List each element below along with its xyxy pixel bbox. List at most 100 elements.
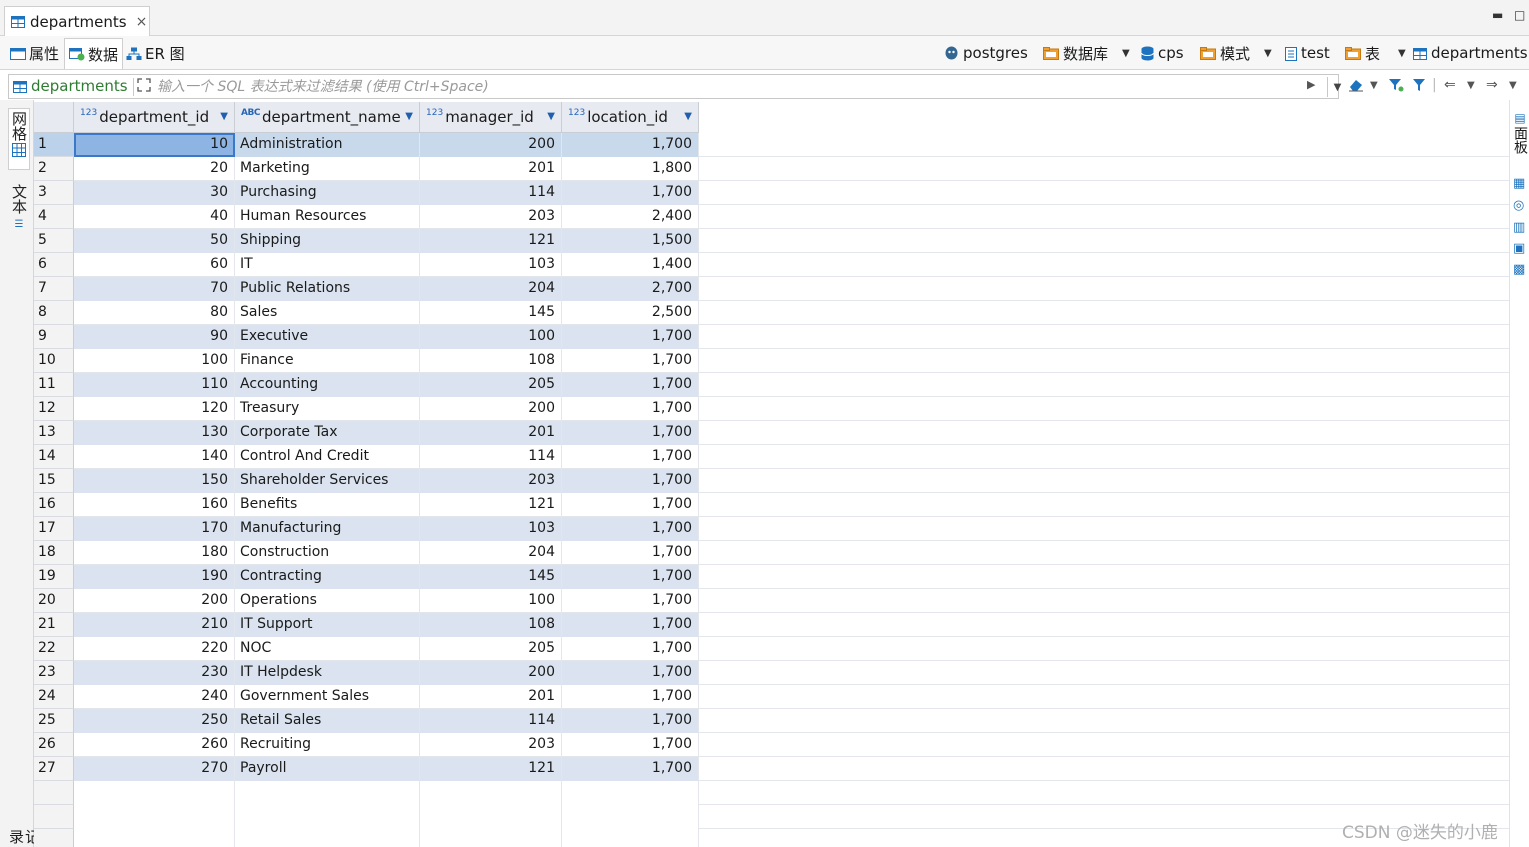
- cell-department-name[interactable]: Human Resources: [235, 205, 420, 229]
- breadcrumb-schema[interactable]: test: [1285, 42, 1330, 64]
- cell-department-name[interactable]: Construction: [235, 541, 420, 565]
- breadcrumb-connection[interactable]: postgres: [944, 42, 1028, 64]
- cell-manager-id[interactable]: 108: [420, 613, 562, 637]
- cell-location-id[interactable]: 1,700: [562, 709, 699, 733]
- table-row[interactable]: 23 230 IT Helpdesk 200 1,700: [34, 661, 1509, 685]
- filter-input[interactable]: [157, 76, 1297, 97]
- cell-location-id[interactable]: 1,700: [562, 685, 699, 709]
- cell-location-id[interactable]: 1,800: [562, 157, 699, 181]
- cell-manager-id[interactable]: 205: [420, 373, 562, 397]
- chevron-down-icon[interactable]: ▼: [1370, 80, 1378, 91]
- cell-location-id[interactable]: 1,500: [562, 229, 699, 253]
- cell-department-name[interactable]: Administration: [235, 133, 420, 157]
- tab-grid-view[interactable]: 网格: [8, 108, 30, 170]
- cell-department-id[interactable]: 260: [74, 733, 235, 757]
- cell-department-name[interactable]: Purchasing: [235, 181, 420, 205]
- cell-location-id[interactable]: 1,700: [562, 565, 699, 589]
- cell-location-id[interactable]: 1,700: [562, 613, 699, 637]
- cell-department-id[interactable]: [74, 805, 235, 829]
- back-arrow-icon[interactable]: ⇐: [1444, 77, 1456, 93]
- cell-department-name[interactable]: Benefits: [235, 493, 420, 517]
- cell-department-name[interactable]: [235, 805, 420, 829]
- cell-manager-id[interactable]: 114: [420, 181, 562, 205]
- table-row[interactable]: 1 10 Administration 200 1,700: [34, 133, 1509, 157]
- table-row[interactable]: 27 270 Payroll 121 1,700: [34, 757, 1509, 781]
- table-row[interactable]: 13 130 Corporate Tax 201 1,700: [34, 421, 1509, 445]
- table-row[interactable]: 7 70 Public Relations 204 2,700: [34, 277, 1509, 301]
- cell-department-id[interactable]: 210: [74, 613, 235, 637]
- eraser-icon[interactable]: [1348, 77, 1364, 93]
- table-row[interactable]: 21 210 IT Support 108 1,700: [34, 613, 1509, 637]
- table-row[interactable]: 15 150 Shareholder Services 203 1,700: [34, 469, 1509, 493]
- cell-manager-id[interactable]: 100: [420, 589, 562, 613]
- cell-manager-id[interactable]: 121: [420, 757, 562, 781]
- maximize-icon[interactable]: □: [1514, 8, 1525, 22]
- cell-department-id[interactable]: 50: [74, 229, 235, 253]
- table-row[interactable]: 9 90 Executive 100 1,700: [34, 325, 1509, 349]
- cell-department-id[interactable]: 190: [74, 565, 235, 589]
- cell-department-id[interactable]: 130: [74, 421, 235, 445]
- cell-location-id[interactable]: 2,700: [562, 277, 699, 301]
- table-row[interactable]: 10 100 Finance 108 1,700: [34, 349, 1509, 373]
- filter-settings-icon[interactable]: [1388, 77, 1404, 93]
- cell-department-id[interactable]: 250: [74, 709, 235, 733]
- tab-record-view[interactable]: 记录: [7, 826, 41, 846]
- table-row[interactable]: [34, 829, 1509, 847]
- cell-manager-id[interactable]: 103: [420, 253, 562, 277]
- table-row[interactable]: 2 20 Marketing 201 1,800: [34, 157, 1509, 181]
- cell-department-id[interactable]: 160: [74, 493, 235, 517]
- table-row[interactable]: 14 140 Control And Credit 114 1,700: [34, 445, 1509, 469]
- cell-manager-id[interactable]: 100: [420, 325, 562, 349]
- cell-manager-id[interactable]: 200: [420, 661, 562, 685]
- breadcrumb-schema-type[interactable]: 模式 ▼: [1200, 42, 1272, 64]
- cell-department-name[interactable]: Retail Sales: [235, 709, 420, 733]
- sort-icon[interactable]: ▼: [684, 111, 692, 122]
- editor-tab-departments[interactable]: departments ×: [4, 6, 150, 36]
- cell-department-name[interactable]: NOC: [235, 637, 420, 661]
- table-row[interactable]: 8 80 Sales 145 2,500: [34, 301, 1509, 325]
- table-row[interactable]: 12 120 Treasury 200 1,700: [34, 397, 1509, 421]
- cell-manager-id[interactable]: 108: [420, 349, 562, 373]
- tab-text-view[interactable]: 文本 ☰: [8, 184, 30, 234]
- table-row[interactable]: 6 60 IT 103 1,400: [34, 253, 1509, 277]
- chevron-down-icon[interactable]: ▼: [1122, 48, 1130, 59]
- table-row[interactable]: 19 190 Contracting 145 1,700: [34, 565, 1509, 589]
- cell-manager-id[interactable]: 200: [420, 133, 562, 157]
- cell-location-id[interactable]: 1,400: [562, 253, 699, 277]
- cell-department-id[interactable]: 90: [74, 325, 235, 349]
- cell-department-name[interactable]: Manufacturing: [235, 517, 420, 541]
- cell-location-id[interactable]: 1,700: [562, 517, 699, 541]
- sort-icon[interactable]: ▼: [405, 111, 413, 122]
- cell-department-name[interactable]: Control And Credit: [235, 445, 420, 469]
- cell-department-id[interactable]: 240: [74, 685, 235, 709]
- cell-department-id[interactable]: 180: [74, 541, 235, 565]
- sort-icon[interactable]: ▼: [547, 111, 555, 122]
- cell-location-id[interactable]: 1,700: [562, 349, 699, 373]
- cell-location-id[interactable]: [562, 781, 699, 805]
- cell-manager-id[interactable]: 203: [420, 205, 562, 229]
- cell-manager-id[interactable]: 201: [420, 421, 562, 445]
- cell-location-id[interactable]: 1,700: [562, 421, 699, 445]
- breadcrumb-table[interactable]: departments: [1413, 42, 1528, 64]
- table-row[interactable]: 4 40 Human Resources 203 2,400: [34, 205, 1509, 229]
- minimize-icon[interactable]: ▬: [1492, 8, 1503, 22]
- cell-department-name[interactable]: Finance: [235, 349, 420, 373]
- cell-location-id[interactable]: 1,700: [562, 589, 699, 613]
- cell-department-id[interactable]: 70: [74, 277, 235, 301]
- cell-location-id[interactable]: 1,700: [562, 733, 699, 757]
- breadcrumb-table-type[interactable]: 表 ▼: [1345, 42, 1406, 64]
- cell-location-id[interactable]: 1,700: [562, 373, 699, 397]
- cell-department-name[interactable]: Shipping: [235, 229, 420, 253]
- cell-manager-id[interactable]: 205: [420, 637, 562, 661]
- cell-department-id[interactable]: 20: [74, 157, 235, 181]
- calculator-icon[interactable]: ▦: [1513, 176, 1525, 191]
- cell-department-id[interactable]: 80: [74, 301, 235, 325]
- breadcrumb-database[interactable]: cps: [1141, 42, 1184, 64]
- cell-department-name[interactable]: IT Helpdesk: [235, 661, 420, 685]
- cell-location-id[interactable]: 1,700: [562, 661, 699, 685]
- cell-department-id[interactable]: 60: [74, 253, 235, 277]
- cell-location-id[interactable]: 1,700: [562, 469, 699, 493]
- cell-department-id[interactable]: 220: [74, 637, 235, 661]
- cell-manager-id[interactable]: 204: [420, 277, 562, 301]
- cell-department-name[interactable]: Payroll: [235, 757, 420, 781]
